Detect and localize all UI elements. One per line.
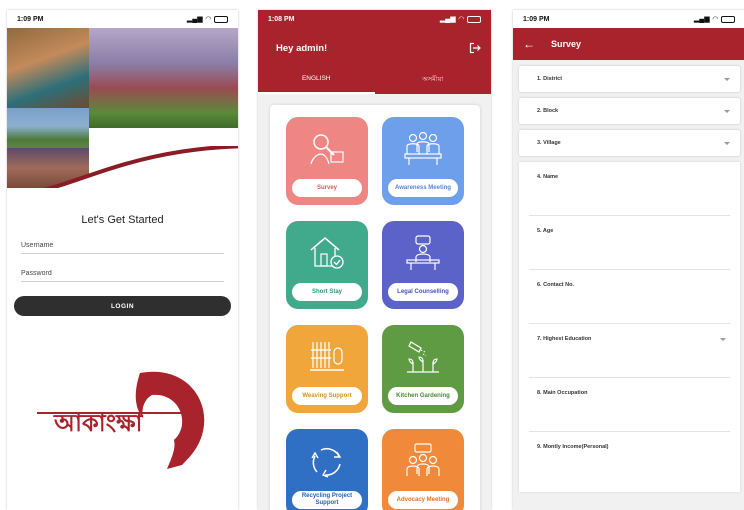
tile-label: Legal Counselling: [388, 283, 458, 301]
status-bar: 1:08 PM ▂▄▆ ◠: [258, 10, 491, 28]
field-label: 6. Contact No.: [537, 282, 574, 288]
login-screen: 1:09 PM ▂▄▆ ◠ Let's Get Started LOGIN আক…: [7, 10, 238, 510]
language-tabs: ENGLISH অসমীয়া: [258, 64, 491, 94]
logo-text: আকাংক্ষা: [54, 409, 143, 437]
field-label: 5. Age: [537, 228, 554, 234]
signal-icon: ▂▄▆: [693, 16, 710, 23]
page-title: Survey: [551, 39, 582, 49]
wifi-icon: ◠: [458, 16, 464, 23]
dropdown-label: 1. District: [537, 76, 563, 82]
house-icon: [310, 237, 344, 269]
dashboard-header: Hey admin! ENGLISH অসমীয়া: [258, 28, 491, 94]
field-label: 9. Montly Income(Personal): [537, 444, 609, 450]
weaving-icon: [310, 342, 344, 371]
password-field[interactable]: [21, 254, 224, 282]
app-logo: আকাংক্ষা: [32, 365, 212, 475]
survey-icon: [310, 134, 344, 165]
chevron-down-icon: [724, 141, 730, 145]
battery-icon: [721, 15, 735, 23]
back-arrow-icon[interactable]: ←: [523, 37, 535, 51]
highest-education-dropdown[interactable]: 7. Highest Education: [529, 324, 730, 378]
logout-icon[interactable]: [469, 42, 481, 54]
status-time: 1:08 PM: [268, 15, 295, 23]
dashboard-screen: 1:08 PM ▂▄▆ ◠ Hey admin! ENGLISH অসমীয়া…: [258, 10, 491, 510]
chevron-down-icon: [720, 338, 726, 341]
tile-label: Advocacy Meeting: [388, 491, 458, 509]
username-field[interactable]: [21, 226, 224, 254]
photo-women-group: [7, 28, 89, 108]
tab-english[interactable]: ENGLISH: [258, 64, 375, 94]
status-icons: ▂▄▆ ◠: [187, 15, 228, 23]
survey-header: ← Survey: [513, 28, 744, 60]
tile-recycling-project-support[interactable]: Recycling Project Support: [286, 429, 368, 510]
survey-screen: 1:09 PM ▂▄▆ ◠ ← Survey 1. District 2. Bl…: [513, 10, 744, 510]
tile-label: Short Stay: [292, 283, 362, 301]
tile-awareness-meeting[interactable]: Awareness Meeting: [382, 117, 464, 205]
village-dropdown[interactable]: 3. Village: [519, 130, 740, 156]
decorative-wave: [42, 146, 238, 188]
monthly-income-field[interactable]: 9. Montly Income(Personal): [529, 432, 730, 486]
district-dropdown[interactable]: 1. District: [519, 66, 740, 92]
survey-form: 4. Name 5. Age 6. Contact No. 7. Highest…: [519, 162, 740, 492]
age-field[interactable]: 5. Age: [529, 216, 730, 270]
password-input[interactable]: [21, 270, 224, 277]
status-time: 1:09 PM: [17, 15, 44, 23]
field-label: 7. Highest Education: [537, 336, 592, 342]
signal-icon: ▂▄▆: [186, 16, 203, 23]
battery-icon: [214, 15, 228, 23]
tab-assamese[interactable]: অসমীয়া: [375, 64, 492, 94]
tile-label: Kitchen Gardening: [388, 387, 458, 405]
main-occupation-field[interactable]: 8. Main Occupation: [529, 378, 730, 432]
status-icons: ▂▄▆ ◠: [440, 15, 481, 23]
chevron-down-icon: [724, 109, 730, 113]
dropdown-label: 3. Village: [537, 140, 561, 146]
dropdown-label: 2. Block: [537, 108, 559, 114]
name-field[interactable]: 4. Name: [529, 162, 730, 216]
status-icons: ▂▄▆ ◠: [694, 15, 735, 23]
status-bar: 1:09 PM ▂▄▆ ◠: [513, 10, 744, 28]
tile-weaving-support[interactable]: Weaving Support: [286, 325, 368, 413]
menu-grid: Survey Awareness Meeting Short Stay Lega…: [270, 105, 480, 510]
contact-field[interactable]: 6. Contact No.: [529, 270, 730, 324]
tile-survey[interactable]: Survey: [286, 117, 368, 205]
username-input[interactable]: [21, 242, 224, 249]
tile-legal-counselling[interactable]: Legal Counselling: [382, 221, 464, 309]
tile-label: Recycling Project Support: [292, 491, 362, 509]
status-time: 1:09 PM: [523, 15, 550, 23]
signal-icon: ▂▄▆: [439, 16, 456, 23]
awareness-meeting-icon: [404, 131, 442, 165]
greeting: Hey admin!: [276, 43, 328, 54]
recycle-icon: [311, 447, 342, 478]
tile-label: Weaving Support: [292, 387, 362, 405]
tile-advocacy-meeting[interactable]: Advocacy Meeting: [382, 429, 464, 510]
block-dropdown[interactable]: 2. Block: [519, 98, 740, 124]
login-button[interactable]: LOGIN: [14, 296, 231, 316]
wifi-icon: ◠: [205, 16, 211, 23]
gardening-icon: [407, 341, 439, 373]
field-label: 8. Main Occupation: [537, 390, 588, 396]
wifi-icon: ◠: [712, 16, 718, 23]
tile-kitchen-gardening[interactable]: Kitchen Gardening: [382, 325, 464, 413]
tile-short-stay[interactable]: Short Stay: [286, 221, 368, 309]
legal-counselling-icon: [406, 235, 440, 270]
battery-icon: [467, 15, 481, 23]
field-label: 4. Name: [537, 174, 559, 180]
advocacy-icon: [406, 443, 440, 476]
tile-label: Survey: [292, 179, 362, 197]
hero-photo-collage: [7, 28, 238, 188]
chevron-down-icon: [724, 77, 730, 81]
tile-label: Awareness Meeting: [388, 179, 458, 197]
photo-field-workers: [89, 28, 238, 128]
welcome-heading: Let's Get Started: [81, 214, 164, 226]
status-bar: 1:09 PM ▂▄▆ ◠: [7, 10, 238, 28]
